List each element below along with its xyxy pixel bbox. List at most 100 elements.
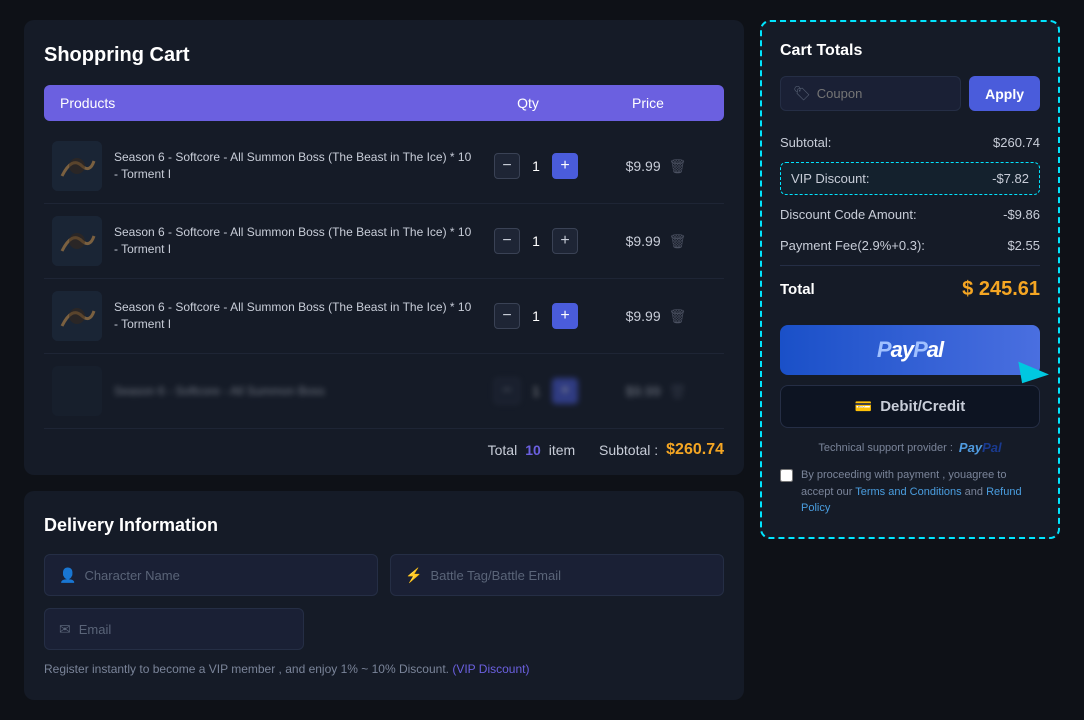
- payment-fee-row: Payment Fee(2.9%+0.3): $2.55: [780, 230, 1040, 261]
- debit-label: Debit/Credit: [880, 398, 965, 415]
- qty-control-1[interactable]: − 1 +: [476, 153, 596, 179]
- cart-footer: Total 10 item Subtotal : $260.74: [44, 429, 724, 459]
- qty-control-2[interactable]: − 1 +: [476, 228, 596, 254]
- cart-totals: Cart Totals 🏷 Apply Subtotal: $260.74 VI…: [760, 20, 1060, 539]
- item-price-4: $9.99 🗑: [596, 383, 716, 400]
- qty-control-3[interactable]: − 1 +: [476, 303, 596, 329]
- qty-decrease-4[interactable]: −: [494, 378, 520, 404]
- qty-value-2: 1: [526, 233, 546, 249]
- qty-value-4: 1: [526, 383, 546, 399]
- discount-code-value: -$9.86: [1003, 207, 1040, 222]
- item-info: Season 6 - Softcore - All Summon Boss: [52, 366, 476, 416]
- coupon-row: 🏷 Apply: [780, 76, 1040, 111]
- email-input[interactable]: [79, 622, 289, 637]
- total-value: $ 245.61: [962, 278, 1040, 301]
- item-info: Season 6 - Softcore - All Summon Boss (T…: [52, 291, 476, 341]
- payment-fee-value: $2.55: [1007, 238, 1040, 253]
- total-label: Total: [780, 281, 815, 298]
- item-price-1: $9.99 🗑: [596, 158, 716, 175]
- tech-support: Technical support provider : PayPal: [780, 440, 1040, 455]
- payment-fee-label: Payment Fee(2.9%+0.3):: [780, 238, 925, 253]
- delivery-title: Delivery Information: [44, 515, 724, 536]
- qty-increase-4[interactable]: +: [552, 378, 578, 404]
- cart-title: Shoppring Cart: [44, 44, 724, 67]
- delete-icon-2[interactable]: 🗑: [669, 233, 687, 250]
- table-row: Season 6 - Softcore - All Summon Boss (T…: [44, 129, 724, 204]
- coupon-input[interactable]: [817, 86, 948, 101]
- card-icon: 💳: [855, 398, 872, 415]
- vip-notice: Register instantly to become a VIP membe…: [44, 662, 724, 676]
- footer-count: 10: [525, 442, 541, 458]
- delete-icon-3[interactable]: 🗑: [669, 308, 687, 325]
- email-icon: ✉: [59, 621, 71, 638]
- pay-buttons: PayPal 💳 Debit/Credit: [780, 325, 1040, 428]
- character-name-input[interactable]: [84, 568, 363, 583]
- vip-discount-row: VIP Discount: -$7.82: [780, 162, 1040, 195]
- cart-header: Products Qty Price: [44, 85, 724, 121]
- battle-tag-input[interactable]: [430, 568, 709, 583]
- cart-totals-panel: Cart Totals 🏷 Apply Subtotal: $260.74 VI…: [760, 20, 1060, 539]
- qty-increase-1[interactable]: +: [552, 153, 578, 179]
- header-qty: Qty: [468, 95, 588, 111]
- character-name-field[interactable]: 👤: [44, 554, 378, 596]
- item-name-4: Season 6 - Softcore - All Summon Boss: [114, 383, 325, 400]
- item-name-2: Season 6 - Softcore - All Summon Boss (T…: [114, 224, 476, 258]
- paypal-logo: PayPal: [959, 440, 1002, 455]
- footer-item-label: item: [549, 442, 575, 458]
- qty-increase-2[interactable]: +: [552, 228, 578, 254]
- qty-control-4[interactable]: − 1 +: [476, 378, 596, 404]
- apply-button[interactable]: Apply: [969, 76, 1040, 111]
- qty-value-3: 1: [526, 308, 546, 324]
- delivery-row-2: ✉: [44, 608, 724, 650]
- battle-tag-field[interactable]: ⚡: [390, 554, 724, 596]
- terms-link[interactable]: Terms and Conditions: [855, 486, 961, 498]
- header-products: Products: [60, 95, 468, 111]
- item-price-3: $9.99 🗑: [596, 308, 716, 325]
- subtotal-value: $260.74: [993, 135, 1040, 150]
- header-price: Price: [588, 95, 708, 111]
- footer-total-label: Total: [488, 442, 518, 458]
- item-image: [52, 291, 102, 341]
- item-price-2: $9.99 🗑: [596, 233, 716, 250]
- item-info: Season 6 - Softcore - All Summon Boss (T…: [52, 216, 476, 266]
- terms-row: By proceeding with payment , youagree to…: [780, 467, 1040, 517]
- debit-credit-button[interactable]: 💳 Debit/Credit: [780, 385, 1040, 428]
- qty-decrease-1[interactable]: −: [494, 153, 520, 179]
- email-field[interactable]: ✉: [44, 608, 304, 650]
- table-row: Season 6 - Softcore - All Summon Boss − …: [44, 354, 724, 429]
- delivery-row-1: 👤 ⚡: [44, 554, 724, 596]
- delete-icon-4[interactable]: 🗑: [669, 383, 687, 400]
- vip-discount-link[interactable]: (VIP Discount): [452, 662, 529, 676]
- table-row: Season 6 - Softcore - All Summon Boss (T…: [44, 204, 724, 279]
- qty-decrease-2[interactable]: −: [494, 228, 520, 254]
- footer-subtotal-value: $260.74: [666, 441, 724, 459]
- delivery-section: Delivery Information 👤 ⚡ ✉ Register: [24, 491, 744, 700]
- qty-decrease-3[interactable]: −: [494, 303, 520, 329]
- item-info: Season 6 - Softcore - All Summon Boss (T…: [52, 141, 476, 191]
- item-name-3: Season 6 - Softcore - All Summon Boss (T…: [114, 299, 476, 333]
- footer-subtotal-label: Subtotal :: [599, 442, 658, 458]
- paypal-arrow-icon: [1018, 357, 1049, 384]
- subtotal-label: Subtotal:: [780, 135, 831, 150]
- terms-checkbox[interactable]: [780, 469, 793, 482]
- item-image: [52, 366, 102, 416]
- total-final-row: Total $ 245.61: [780, 265, 1040, 309]
- qty-increase-3[interactable]: +: [552, 303, 578, 329]
- item-image: [52, 216, 102, 266]
- discount-code-row: Discount Code Amount: -$9.86: [780, 199, 1040, 230]
- terms-text: By proceeding with payment , youagree to…: [801, 467, 1040, 517]
- item-name-1: Season 6 - Softcore - All Summon Boss (T…: [114, 149, 476, 183]
- subtotal-row: Subtotal: $260.74: [780, 127, 1040, 158]
- cart-section: Shoppring Cart Products Qty Price: [24, 20, 744, 475]
- coupon-input-wrapper[interactable]: 🏷: [780, 76, 961, 111]
- totals-title: Cart Totals: [780, 42, 1040, 60]
- table-row: Season 6 - Softcore - All Summon Boss (T…: [44, 279, 724, 354]
- item-image: [52, 141, 102, 191]
- paypal-button[interactable]: PayPal: [780, 325, 1040, 375]
- tech-support-label: Technical support provider :: [818, 442, 953, 454]
- user-icon: 👤: [59, 567, 76, 584]
- vip-discount-value: -$7.82: [992, 171, 1029, 186]
- discount-code-label: Discount Code Amount:: [780, 207, 917, 222]
- delete-icon-1[interactable]: 🗑: [669, 158, 687, 175]
- coupon-icon: 🏷: [793, 85, 811, 102]
